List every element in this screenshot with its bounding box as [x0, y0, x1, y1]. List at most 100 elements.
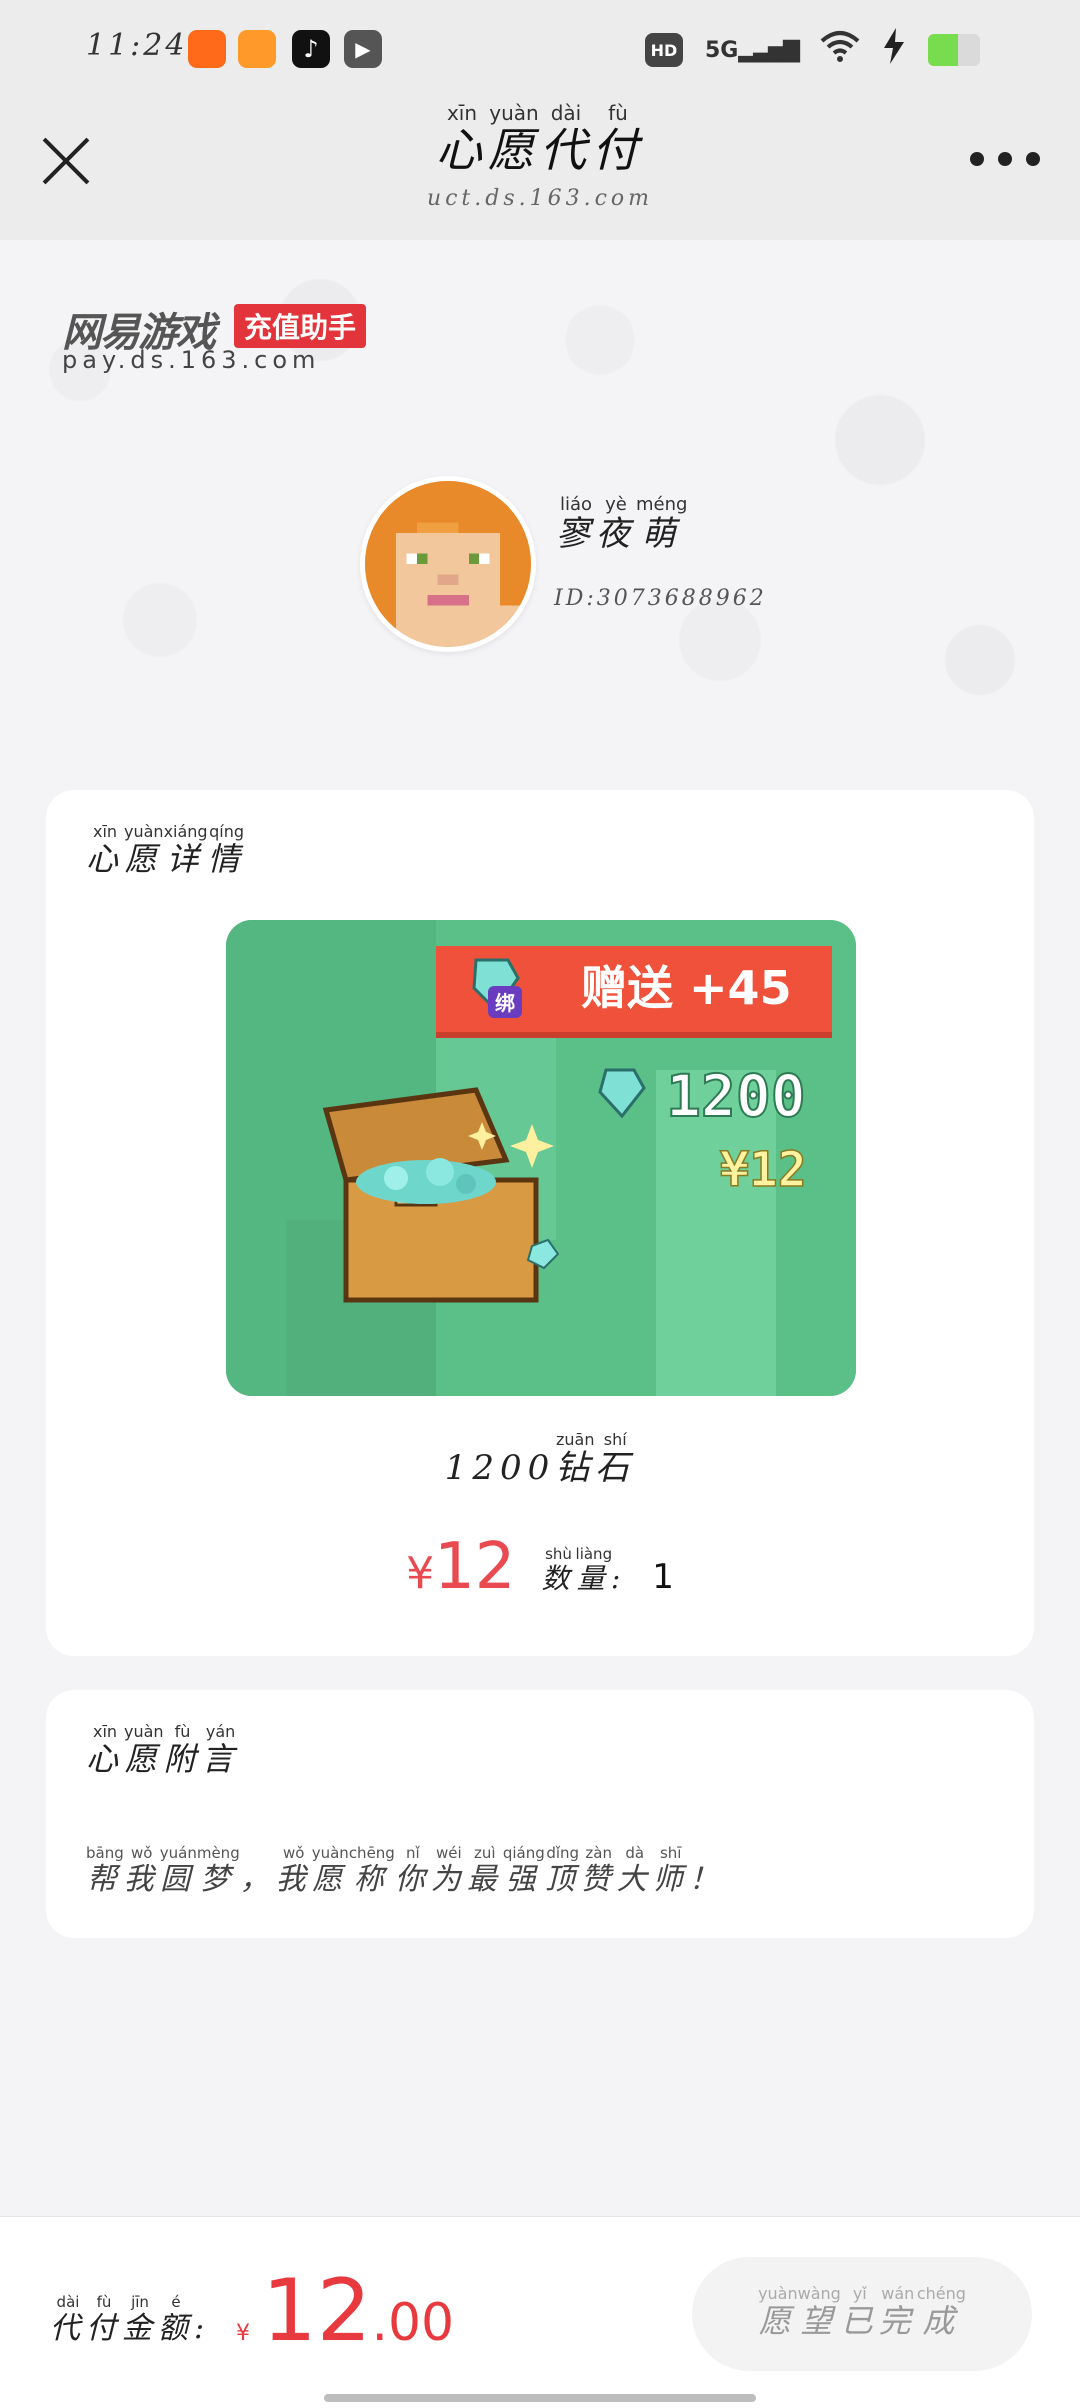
wifi-icon [820, 29, 860, 72]
product-unit: 钻zuān石shí [555, 1430, 636, 1488]
user-name: 寥liáo夜yè萌méng [556, 494, 688, 555]
ruby-char: 石shí [595, 1430, 636, 1488]
price-row: ¥12 数shù量liàng: 1 [46, 1530, 1034, 1604]
page-url: uct.ds.163.com [426, 186, 654, 211]
product-image: 绑 赠送 +45 1200 ¥12 [226, 920, 856, 1396]
ruby-char: 数shù [541, 1545, 576, 1595]
product-name: 1200钻zuān石shí [46, 1430, 1034, 1489]
top-area: 11:24 ♪ ▶ HD 5G▂▃▅▇ 心xīn愿yuàn代dài付fù uct… [0, 0, 1080, 240]
product-count: 1200 [444, 1448, 556, 1488]
quantity-colon: : [610, 1562, 627, 1595]
battery-icon [928, 34, 980, 66]
ruby-char: 成chéng [916, 2284, 966, 2340]
ruby-char: 心xīn [86, 822, 125, 878]
ruby-char: 付fù [86, 2293, 122, 2346]
ruby-char: 心xīn [436, 101, 488, 177]
ruby-char: 我wǒ [275, 1844, 312, 1897]
payment-bar: 代dài付fù金jīn额é: ¥ 12 .00 愿yuàn望wàng已yǐ完wá… [0, 2216, 1080, 2408]
ruby-char: 寥liáo [556, 494, 596, 554]
ruby-char: 心xīn [86, 1722, 125, 1778]
kuaishou-app-icon [188, 30, 226, 68]
payment-label-text: 代dài付fù金jīn额é [50, 2293, 194, 2346]
hd-icon: HD [644, 33, 683, 67]
quantity-label-text: 数shù量liàng [541, 1545, 613, 1595]
wish-completed-button[interactable]: 愿yuàn望wàng已yǐ完wán成chéng [692, 2257, 1032, 2371]
payment-amount-integer: 12 [262, 2261, 372, 2361]
quantity-label: 数shù量liàng: [541, 1545, 627, 1597]
ruby-char: 量liàng [575, 1545, 613, 1595]
page-title: 心xīn愿yuàn代dài付fù uct.ds.163.com [0, 101, 1080, 211]
network-type: 5G [704, 37, 739, 63]
ruby-char: 望wàng [797, 2284, 841, 2340]
status-indicators: HD 5G▂▃▅▇ [644, 27, 980, 73]
signal-icon: 5G▂▃▅▇ [704, 37, 800, 63]
ruby-char: 详xiáng [163, 822, 208, 878]
ruby-char: 附fù [163, 1722, 202, 1778]
ruby-char: 赞zàn [580, 1844, 617, 1897]
ruby-char: 愿yuàn [311, 1844, 349, 1897]
price-tag-text: ¥12 [720, 1142, 807, 1198]
ruby-char: 额é [158, 2293, 194, 2346]
ruby-char: 已yǐ [840, 2284, 879, 2340]
price-value: 12 [434, 1530, 516, 1604]
ruby-char: 为wéi [430, 1844, 467, 1897]
ruby-char: 愿yuàn [758, 2284, 798, 2340]
ruby-char: 代dài [50, 2293, 86, 2346]
product-illustration: 绑 赠送 +45 1200 ¥12 [226, 920, 856, 1396]
player-app-icon: ▶ [344, 30, 382, 68]
ruby-char: 你nǐ [394, 1844, 431, 1897]
nav-header: 心xīn愿yuàn代dài付fù uct.ds.163.com [0, 96, 1080, 240]
ruby-char: 金jīn [122, 2293, 158, 2346]
ruby-char: 最zuì [466, 1844, 503, 1897]
ruby-char: 梦mèng [196, 1844, 240, 1897]
ruby-char: 大dà [616, 1844, 653, 1897]
wish-message-text: 帮bāng我wǒ圆yuán梦mèng，我wǒ愿yuàn称chēng你nǐ为wéi… [86, 1844, 725, 1898]
avatar [360, 476, 536, 652]
ruby-char: 称chēng [348, 1844, 395, 1897]
ruby-char: 圆yuán [159, 1844, 197, 1897]
wish-message-heading: 心xīn愿yuàn附fù言yán [86, 1722, 240, 1780]
bonus-badge-text: 绑 [495, 991, 515, 1015]
ruby-char: 夜yè [596, 494, 636, 554]
status-time: 11:24 [86, 28, 188, 63]
brand-domain: pay.ds.163.com [62, 346, 321, 374]
ruby-char: 完wán [878, 2284, 917, 2340]
ruby-char: 我wǒ [123, 1844, 160, 1897]
ruby-char: 帮bāng [86, 1844, 124, 1897]
payment-label: 代dài付fù金jīn额é: [50, 2293, 211, 2347]
more-options-icon[interactable] [970, 152, 1040, 172]
quantity-value: 1 [652, 1557, 674, 1597]
status-bar: 11:24 ♪ ▶ HD 5G▂▃▅▇ [0, 0, 1080, 96]
ruby-char: 付fù [592, 101, 644, 177]
ruby-char: 萌méng [636, 494, 688, 554]
ruby-char: 愿yuàn [124, 822, 164, 878]
ruby-char: 言yán [201, 1722, 240, 1778]
payment-amount: ¥ 12 .00 [236, 2261, 454, 2361]
ruby-char: 愿yuàn [488, 101, 540, 177]
wish-details-heading: 心xīn愿yuàn详xiáng情qíng [86, 822, 246, 880]
brand-tag: 充值助手 [234, 304, 367, 348]
wish-message-card: 心xīn愿yuàn附fù言yán 帮bāng我wǒ圆yuán梦mèng，我wǒ愿… [46, 1690, 1034, 1938]
ruby-char: 愿yuàn [124, 1722, 164, 1778]
price-currency: ¥ [406, 1548, 435, 1599]
payment-currency: ¥ [236, 2321, 250, 2346]
ruby-char: 情qíng [207, 822, 246, 878]
ruby-char: 师shī [652, 1844, 689, 1897]
payment-amount-decimal: .00 [371, 2293, 455, 2353]
user-id: ID:3073688962 [554, 586, 767, 611]
brand-logo: 网易游戏 充值助手 pay.ds.163.com [62, 300, 382, 378]
payment-label-colon: : [194, 2311, 211, 2346]
product-price: ¥12 [406, 1530, 515, 1604]
charging-icon [882, 27, 906, 73]
ruby-char: 代dài [540, 101, 592, 177]
ruby-char: 顶dǐng [544, 1844, 581, 1897]
ruby-char: ！ [688, 1862, 725, 1897]
home-indicator[interactable] [324, 2394, 756, 2402]
diamond-amount-text: 1200 [666, 1062, 806, 1130]
wish-completed-label: 愿yuàn望wàng已yǐ完wán成chéng [758, 2284, 966, 2342]
wish-details-card: 心xīn愿yuàn详xiáng情qíng 绑 赠送 +45 1200 ¥12 1… [46, 790, 1034, 1656]
tiktok-app-icon: ♪ [292, 30, 330, 68]
page-title-text: 心xīn愿yuàn代dài付fù [0, 101, 1080, 180]
bonus-text: 赠送 +45 [581, 961, 792, 1015]
ruby-char: 钻zuān [555, 1430, 596, 1488]
